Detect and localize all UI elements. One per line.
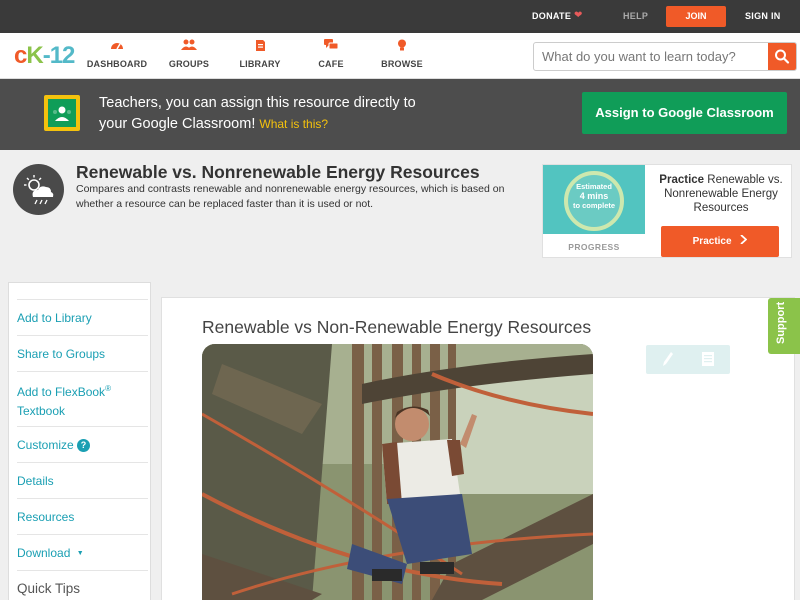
assign-google-classroom-button[interactable]: Assign to Google Classroom [582,92,787,134]
help-icon[interactable]: ? [77,439,91,452]
resource-sidebar: Add to Library Share to Groups Add to Fl… [8,282,151,600]
nav-dashboard[interactable]: DASHBOARD [82,39,152,69]
resources-link[interactable]: Resources [17,498,148,534]
library-icon [225,39,295,55]
pencil-icon[interactable] [662,351,674,372]
nav-browse[interactable]: BROWSE [367,39,437,69]
signin-link[interactable]: SIGN IN [745,11,781,21]
heart-icon: ❤ [574,10,583,21]
what-is-this-link[interactable]: What is this? [259,117,328,131]
search-button[interactable] [768,43,796,70]
cafe-icon [296,39,366,55]
search-input[interactable] [534,43,768,70]
donate-link[interactable]: DONATE [532,11,571,21]
content-title: Renewable vs Non-Renewable Energy Resour… [202,317,592,337]
google-classroom-banner: Teachers, you can assign this resource d… [0,79,800,150]
customize-link[interactable]: Customize ? [17,426,148,462]
quick-tips-heading: Quick Tips [17,570,148,600]
download-link[interactable]: Download ▼ [17,534,148,570]
hero-image [202,344,593,600]
resource-title: Renewable vs. Nonrenewable Energy Resour… [76,162,480,182]
help-link[interactable]: HELP [623,11,648,21]
join-button[interactable]: JOIN [666,6,726,27]
weather-icon [13,164,64,215]
support-tab[interactable]: Support [768,298,800,354]
browse-icon [367,39,437,55]
tools-panel [646,345,730,374]
practice-card: Estimated 4 mins to complete PROGRESS Pr… [542,164,792,258]
practice-title: Practice Renewable vs. Nonrenewable Ener… [659,174,783,214]
progress-label: PROGRESS [568,242,620,252]
caret-down-icon: ▼ [76,550,84,557]
search-box [533,42,797,71]
main-nav: cK-12 DASHBOARD GROUPS LIBRARY CAFE BROW… [0,33,800,79]
search-icon [775,49,790,64]
dashboard-icon [82,39,152,55]
chevron-right-icon [740,226,748,257]
notes-icon[interactable] [701,351,715,372]
resource-description: Compares and contrasts renewable and non… [76,183,505,210]
nav-groups[interactable]: GROUPS [154,39,224,69]
nav-library[interactable]: LIBRARY [225,39,295,69]
estimate-text: Estimated 4 mins to complete [572,182,616,210]
banner-message: Teachers, you can assign this resource d… [99,95,416,132]
google-classroom-icon [44,95,80,131]
details-link[interactable]: Details [17,462,148,498]
groups-icon [154,39,224,55]
add-to-library-link[interactable]: Add to Library [17,299,148,335]
utility-bar: DONATE ❤ HELP JOIN SIGN IN [0,0,800,33]
ck12-logo[interactable]: cK-12 [14,42,75,70]
practice-button[interactable]: Practice [661,226,779,257]
add-to-flexbook-link[interactable]: Add to FlexBook® Textbook [17,371,148,426]
share-to-groups-link[interactable]: Share to Groups [17,335,148,371]
nav-cafe[interactable]: CAFE [296,39,366,69]
progress-panel: Estimated 4 mins to complete [543,165,645,234]
